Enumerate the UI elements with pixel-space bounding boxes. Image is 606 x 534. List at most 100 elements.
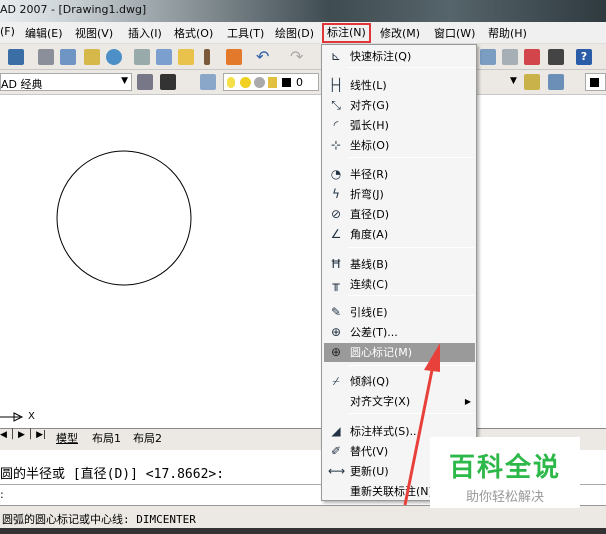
menu-item-item-15[interactable]: 对齐文字(X) ▶: [324, 392, 475, 411]
menu-tools[interactable]: 工具(T): [227, 25, 264, 41]
menu-view[interactable]: 视图(V): [75, 25, 113, 41]
menu-separator: [348, 365, 474, 366]
markup-icon[interactable]: [524, 49, 540, 65]
make-current-layer-icon[interactable]: [524, 74, 540, 90]
menu-item-label: 对齐文字(X): [350, 395, 411, 408]
menu-item-angular[interactable]: ∠ 角度(A): [324, 225, 475, 244]
menu-item-label: 半径(R): [350, 168, 389, 181]
tool-palette-icon[interactable]: [480, 49, 496, 65]
menu-item-center-mark[interactable]: ⊕ 圆心标记(M): [324, 343, 475, 362]
jogged-icon: ϟ: [332, 187, 340, 201]
window-title: AD 2007 - [Drawing1.dwg]: [0, 3, 147, 16]
menu-help[interactable]: 帮助(H): [488, 25, 527, 41]
menu-edit[interactable]: 编辑(E): [25, 25, 63, 41]
viewport-freeze-icon: [254, 77, 265, 88]
print-icon[interactable]: [38, 49, 54, 65]
menu-draw[interactable]: 绘图(D): [275, 25, 314, 41]
ucs-x-label: X: [28, 411, 35, 422]
update-icon: ⟷: [328, 464, 346, 478]
sun-icon: [240, 77, 251, 88]
web-icon[interactable]: [106, 49, 122, 65]
workspace-select[interactable]: AD 经典 ▼: [0, 73, 132, 91]
watermark: 百科全说 助你轻松解决: [430, 437, 580, 508]
menu-item-label: 坐标(O): [350, 139, 390, 152]
sheet-set-icon[interactable]: [502, 49, 518, 65]
standard-toolbar: ↶ ↷ ?: [0, 44, 606, 70]
menu-item-label: 对齐(G): [350, 99, 390, 112]
menu-item-continue[interactable]: ╥ 连续(C): [324, 275, 475, 294]
linear-icon: ├┤: [328, 78, 344, 92]
menu-item-baseline[interactable]: Ħ 基线(B): [324, 255, 475, 274]
override-icon: ✐: [330, 444, 342, 458]
command-history-line: 圆的半径或 [直径(D)] <17.8662>:: [0, 467, 225, 482]
save-icon[interactable]: [8, 49, 24, 65]
help-icon[interactable]: ?: [576, 49, 592, 65]
menu-item-tolerance[interactable]: ⊕ 公差(T)...: [324, 323, 475, 342]
oblique-icon: ⌿: [332, 374, 340, 388]
preview-icon[interactable]: [60, 49, 76, 65]
menu-dimension[interactable]: 标注(N): [322, 23, 371, 43]
menu-item-label: 直径(D): [350, 208, 390, 221]
match-properties-icon[interactable]: [226, 49, 242, 65]
menu-item-linear[interactable]: ├┤ 线性(L): [324, 76, 475, 95]
menu-file[interactable]: (F): [0, 25, 15, 38]
menu-item-oblique[interactable]: ⌿ 倾斜(Q): [324, 372, 475, 391]
drawing-svg: [0, 150, 192, 422]
chevron-down-icon[interactable]: ▼: [510, 76, 517, 86]
menu-item-aligned[interactable]: ⤡ 对齐(G): [324, 96, 475, 115]
menu-item-leader[interactable]: ✎ 引线(E): [324, 303, 475, 322]
publish-icon[interactable]: [84, 49, 100, 65]
tolerance-icon: ⊕: [330, 325, 342, 339]
arc-length-icon: ◜: [333, 118, 339, 132]
radius-icon: ◔: [330, 167, 342, 181]
layer-previous-icon[interactable]: [548, 74, 564, 90]
menu-item-quick-dim[interactable]: ⊾ 快速标注(Q): [324, 47, 475, 66]
menu-item-label: 更新(U): [350, 465, 389, 478]
menu-item-label: 线性(L): [350, 79, 387, 92]
menu-item-ordinate[interactable]: ⊹ 坐标(O): [324, 136, 475, 155]
menu-insert[interactable]: 插入(I): [128, 25, 162, 41]
cut-icon[interactable]: [134, 49, 150, 65]
menu-item-arc-length[interactable]: ◜ 弧长(H): [324, 116, 475, 135]
workspace-settings-icon[interactable]: [137, 74, 153, 90]
tab-nav-prev-icon[interactable]: ◀ │ ▶ │ ▶|: [0, 430, 46, 440]
menu-item-label: 标注样式(S)...: [350, 425, 421, 438]
color-select[interactable]: [585, 73, 606, 91]
menu-item-diameter[interactable]: ⊘ 直径(D): [324, 205, 475, 224]
title-bar: AD 2007 - [Drawing1.dwg]: [0, 0, 606, 22]
watermark-title: 百科全说: [448, 453, 561, 483]
redo-icon[interactable]: ↷: [290, 49, 306, 65]
ordinate-icon: ⊹: [330, 138, 342, 152]
menu-item-label: 圆心标记(M): [350, 346, 413, 359]
copy-icon[interactable]: [156, 49, 172, 65]
paste-icon[interactable]: [178, 49, 194, 65]
menu-modify[interactable]: 修改(M): [380, 25, 420, 41]
menu-item-label: 重新关联标注(N): [350, 485, 433, 498]
status-text: 圆弧的圆心标记或中心线: DIMCENTER: [2, 513, 196, 526]
quick-dim-icon: ⊾: [330, 49, 342, 63]
submenu-arrow-icon: ▶: [464, 397, 471, 406]
calculator-icon[interactable]: [548, 49, 564, 65]
brush-icon[interactable]: [204, 49, 210, 65]
angular-icon: ∠: [330, 227, 342, 241]
color-swatch: [282, 78, 291, 87]
lock-icon: [268, 77, 277, 88]
workspace-value: AD 经典: [1, 78, 43, 91]
workspace-save-icon[interactable]: [160, 74, 176, 90]
menu-window[interactable]: 窗口(W): [434, 25, 475, 41]
menu-item-jogged[interactable]: ϟ 折弯(J): [324, 185, 475, 204]
menu-separator: [348, 67, 474, 68]
menu-format[interactable]: 格式(O): [174, 25, 213, 41]
layers-icon[interactable]: [200, 74, 216, 90]
continue-icon: ╥: [332, 277, 340, 291]
menu-separator: [348, 295, 474, 296]
menu-item-label: 基线(B): [350, 258, 389, 271]
undo-icon[interactable]: ↶: [256, 49, 272, 65]
layer-name: 0: [296, 76, 303, 89]
color-swatch: [590, 78, 599, 87]
menu-item-label: 替代(V): [350, 445, 389, 458]
drawing-canvas[interactable]: X: [0, 95, 606, 428]
menu-item-radius[interactable]: ◔ 半径(R): [324, 165, 475, 184]
taskbar-edge: [0, 528, 606, 534]
layer-select[interactable]: 0: [223, 73, 319, 91]
